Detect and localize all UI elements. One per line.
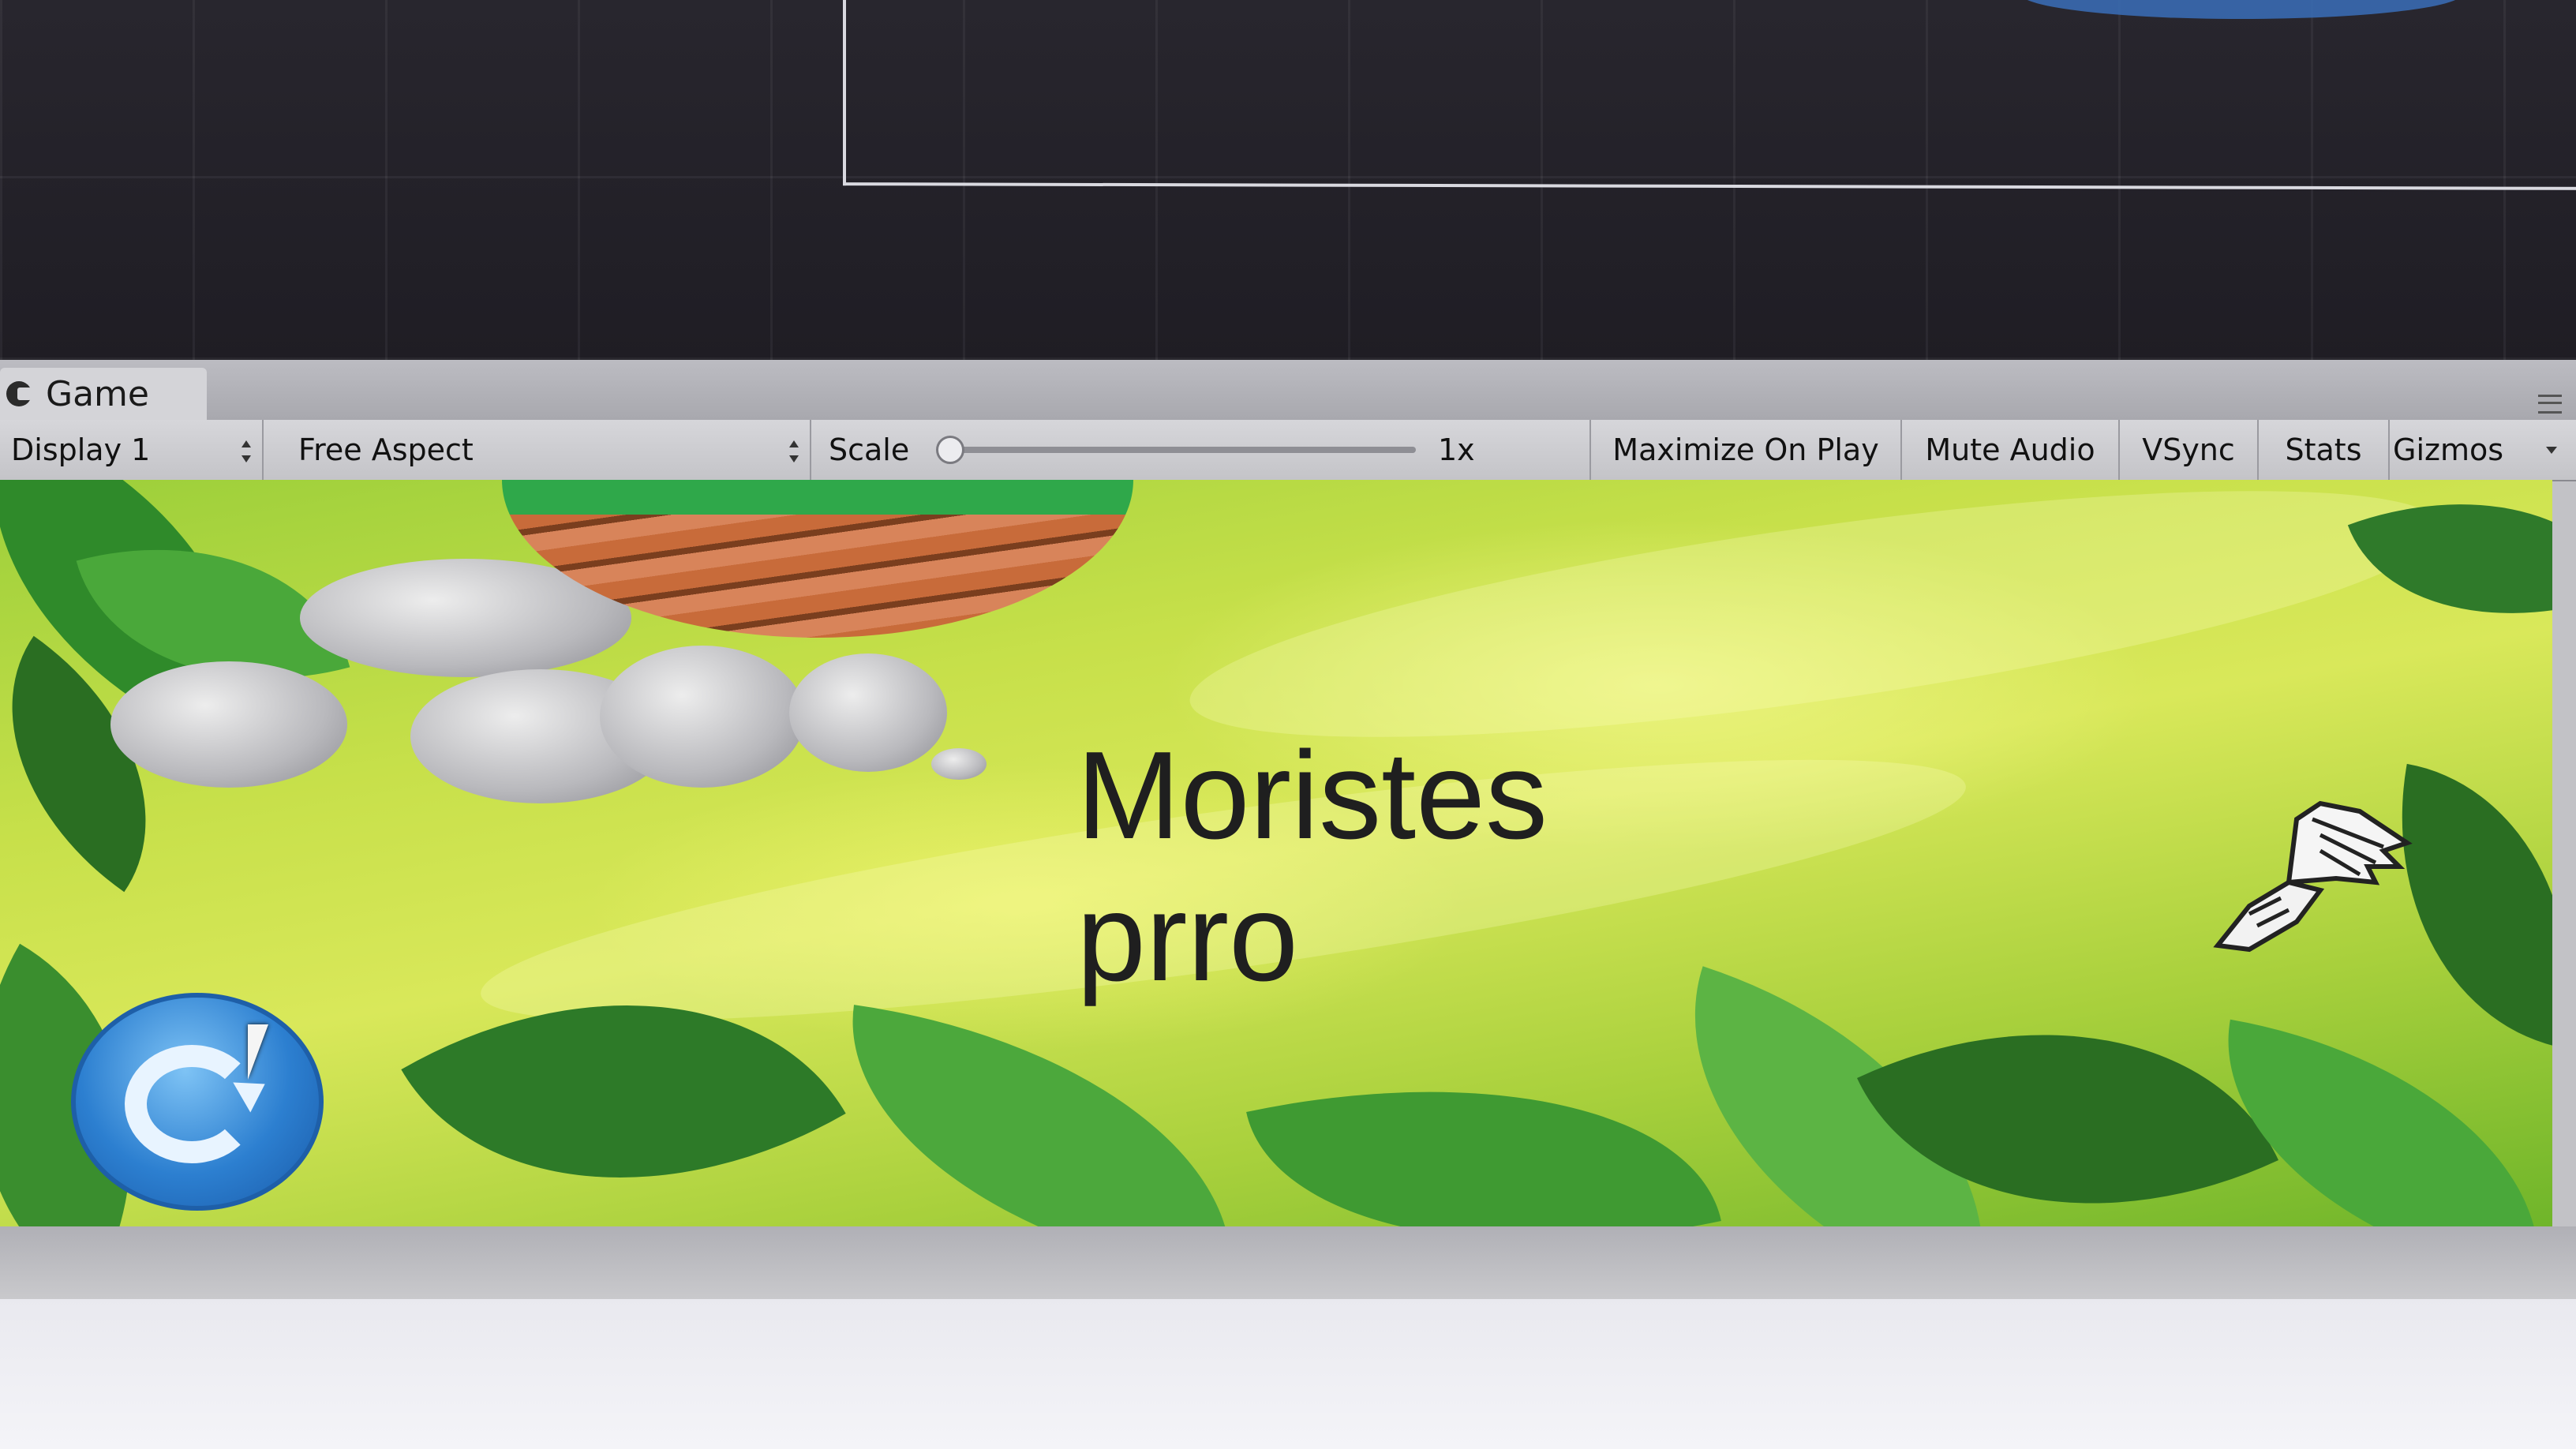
aspect-dropdown[interactable]: Free Aspect (287, 420, 811, 480)
stats-button[interactable]: Stats (2257, 420, 2388, 480)
game-viewport[interactable]: Moristes prro (0, 480, 2552, 1226)
vsync-button[interactable]: VSync (2118, 420, 2257, 480)
rock (110, 661, 347, 788)
mouse-cursor-icon (248, 1024, 268, 1080)
tab-strip: Game (0, 360, 2576, 420)
chevron-down-icon (2546, 447, 2557, 454)
scale-slider-thumb[interactable] (936, 436, 964, 464)
rock (789, 653, 947, 772)
tab-label: Game (46, 373, 149, 414)
game-controller-icon (6, 381, 32, 406)
game-title-text: Moristes prro (1076, 726, 1548, 1007)
tab-game[interactable]: Game (0, 368, 207, 420)
jungle-leaf (1246, 1020, 1721, 1226)
winged-shoe-icon (2213, 800, 2413, 953)
rock (931, 748, 987, 780)
scale-label: Scale (829, 432, 910, 467)
mute-audio-button[interactable]: Mute Audio (1900, 420, 2118, 480)
game-panel: Game Display 1 Free Aspect Scale 1x Maxi… (0, 360, 2576, 1299)
aspect-value: Free Aspect (298, 432, 474, 467)
camera-frame (843, 0, 2576, 190)
desktop-background (0, 1299, 2576, 1449)
jungle-leaf (823, 1005, 1260, 1226)
scene-view[interactable] (0, 0, 2576, 360)
display-value: Display 1 (11, 432, 151, 467)
maximize-on-play-button[interactable]: Maximize On Play (1589, 420, 1900, 480)
rock (600, 646, 805, 788)
dropdown-arrows-icon (242, 440, 251, 462)
gizmos-button[interactable]: Gizmos (2388, 420, 2567, 480)
dropdown-arrows-icon (789, 440, 799, 462)
restart-button[interactable] (71, 993, 324, 1211)
panel-footer (0, 1226, 2576, 1299)
scale-value: 1x (1438, 432, 1475, 467)
panel-menu-icon[interactable] (2538, 395, 2562, 414)
display-dropdown[interactable]: Display 1 (0, 420, 264, 480)
scale-slider-track[interactable] (949, 447, 1416, 453)
game-toolbar: Display 1 Free Aspect Scale 1x Maximize … (0, 420, 2576, 481)
restart-icon (125, 1045, 259, 1163)
